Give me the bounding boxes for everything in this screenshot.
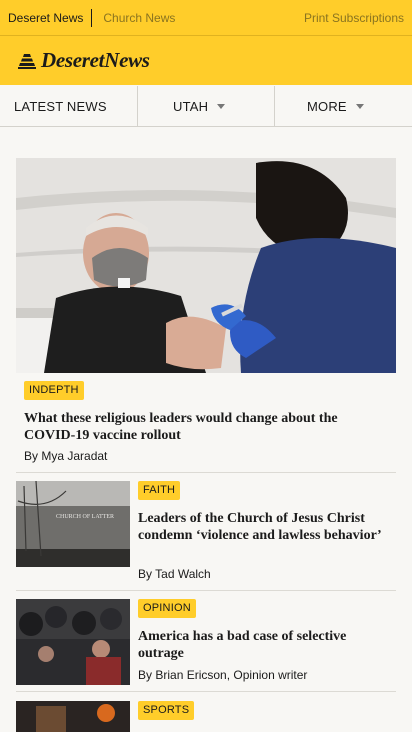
church-news-link[interactable]: Church News: [103, 11, 175, 25]
nav-more-label: MORE: [307, 98, 347, 114]
story-photo-sports[interactable]: [16, 701, 130, 732]
nav-more-dropdown[interactable]: MORE: [274, 86, 412, 126]
nav-utah-dropdown[interactable]: UTAH: [137, 86, 274, 126]
byline-prefix: By: [24, 449, 39, 463]
byline-prefix: By: [138, 567, 153, 581]
utility-bar: Deseret News Church News Print Subscript…: [0, 0, 412, 36]
caret-down-icon: [217, 103, 226, 109]
site-logo[interactable]: DeseretNews: [41, 48, 150, 73]
section-nav: LATEST NEWS UTAH MORE: [0, 86, 412, 127]
print-subscriptions-link[interactable]: Print Subscriptions: [304, 11, 404, 25]
story-byline: By Tad Walch: [138, 567, 211, 581]
tag-opinion[interactable]: OPINION: [138, 599, 196, 618]
divider: [16, 472, 396, 473]
hero-headline[interactable]: What these religious leaders would chang…: [24, 410, 384, 444]
deseret-news-link[interactable]: Deseret News: [8, 8, 93, 27]
nav-utah-label: UTAH: [173, 98, 209, 114]
hero-photo[interactable]: [16, 158, 396, 373]
brand-bar: DeseretNews: [0, 36, 412, 85]
story-photo-faith[interactable]: CHURCH OF LATTER: [16, 481, 130, 567]
byline-prefix: By: [138, 668, 153, 682]
divider: [16, 590, 396, 591]
divider: [16, 691, 396, 692]
beehive-icon[interactable]: [18, 53, 36, 69]
tag-sports[interactable]: SPORTS: [138, 701, 195, 720]
author-link[interactable]: Brian Ericson, Opinion writer: [155, 668, 307, 682]
nav-latest-news-label: LATEST NEWS: [14, 98, 107, 114]
story-headline[interactable]: America has a bad case of selective outr…: [138, 628, 388, 662]
story-byline: By Brian Ericson, Opinion writer: [138, 668, 307, 682]
nav-latest-news[interactable]: LATEST NEWS: [0, 86, 137, 126]
tag-indepth[interactable]: INDEPTH: [24, 381, 84, 400]
story-photo-opinion[interactable]: [16, 599, 130, 685]
caret-down-icon: [355, 103, 364, 109]
story-headline[interactable]: Leaders of the Church of Jesus Christ co…: [138, 510, 388, 544]
svg-text:CHURCH OF LATTER: CHURCH OF LATTER: [56, 514, 114, 520]
author-link[interactable]: Tad Walch: [155, 567, 211, 581]
author-link[interactable]: Mya Jaradat: [41, 449, 107, 463]
tag-faith[interactable]: FAITH: [138, 481, 181, 500]
hero-byline: By Mya Jaradat: [24, 449, 107, 463]
